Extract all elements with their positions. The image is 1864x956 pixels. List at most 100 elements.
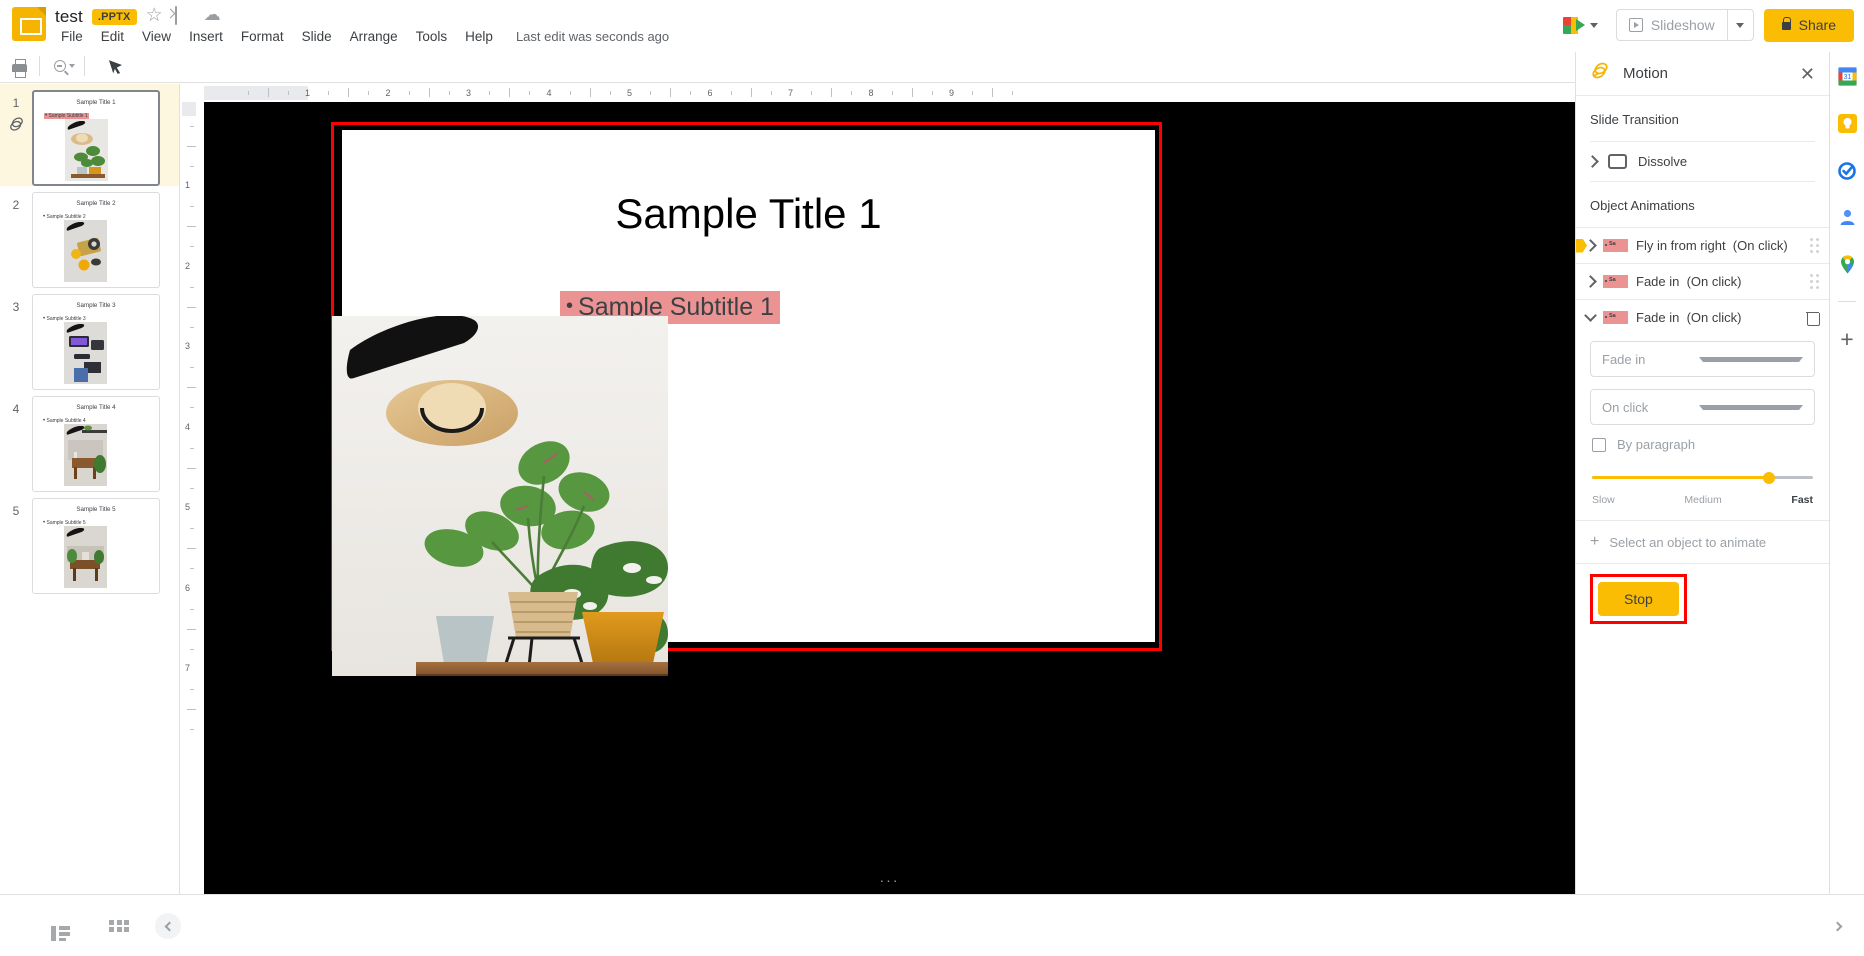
add-app-icon[interactable]: +: [1840, 328, 1853, 351]
ruler-number: 4: [546, 88, 552, 98]
animation-item-2[interactable]: Sa Fade in (On click): [1576, 263, 1829, 299]
menu-arrange[interactable]: Arrange: [341, 26, 407, 47]
ruler-tick: [190, 689, 194, 691]
ruler-tick: [851, 91, 853, 95]
menu-edit[interactable]: Edit: [92, 26, 133, 47]
speed-slider[interactable]: [1592, 470, 1813, 486]
ruler-number: 7: [185, 663, 191, 673]
trigger-select[interactable]: On click: [1590, 389, 1815, 425]
rail-divider: [1838, 301, 1856, 302]
filmstrip-slide-3[interactable]: 3 Sample Title 3 • Sample Subtitle 3: [0, 288, 179, 390]
slide-thumbnail[interactable]: Sample Title 2 • Sample Subtitle 2: [32, 192, 160, 288]
ruler-tick-major: [911, 88, 913, 97]
filmstrip-slide-2[interactable]: 2 Sample Title 2 • Sample Subtitle 2: [0, 186, 179, 288]
ruler-tick: [190, 447, 194, 449]
animation-item-1[interactable]: Sa Fly in from right (On click): [1576, 227, 1829, 263]
calendar-icon[interactable]: 31: [1837, 66, 1858, 87]
keep-icon[interactable]: [1837, 113, 1858, 134]
ruler-tick: [287, 91, 289, 95]
menu-insert[interactable]: Insert: [180, 26, 232, 47]
share-button[interactable]: Share: [1763, 8, 1854, 42]
slide-title-text[interactable]: Sample Title 1: [342, 190, 1155, 238]
collapse-filmstrip-button[interactable]: [155, 913, 181, 939]
slide-number: 1: [12, 96, 20, 110]
thumbnail-image: [65, 119, 108, 181]
svg-text:31: 31: [1843, 74, 1851, 81]
lock-icon: [1781, 17, 1792, 30]
maps-icon[interactable]: [1837, 254, 1858, 275]
slideshow-button[interactable]: Slideshow: [1617, 10, 1727, 40]
slide-filmstrip[interactable]: 1 Sample Title 1 • Sample Subtitle 1 2 Sampl…: [0, 84, 180, 894]
zoom-button[interactable]: [49, 53, 79, 79]
ruler-number: 4: [185, 421, 191, 432]
horizontal-ruler[interactable]: 1 2 3 4 5 6 7 8 9: [204, 84, 1575, 102]
by-paragraph-checkbox[interactable]: [1592, 437, 1606, 452]
chevron-down-icon[interactable]: [1584, 309, 1597, 322]
ruler-number: 2: [385, 88, 391, 98]
filmstrip-slide-1[interactable]: 1 Sample Title 1 • Sample Subtitle 1: [0, 84, 179, 186]
select-tool-button[interactable]: [94, 53, 124, 79]
drag-handle-icon[interactable]: [1810, 274, 1819, 289]
chevron-right-icon[interactable]: [1584, 275, 1597, 288]
grid-view-icon[interactable]: [109, 919, 129, 933]
menu-slide[interactable]: Slide: [293, 26, 341, 47]
bottom-bar: [0, 894, 1864, 956]
last-edit-status[interactable]: Last edit was seconds ago: [516, 29, 669, 44]
play-icon: [1628, 18, 1643, 32]
chevron-right-icon[interactable]: [1584, 239, 1597, 252]
slide-thumbnail[interactable]: Sample Title 4 • Sample Subtitle 4: [32, 396, 160, 492]
menu-tools[interactable]: Tools: [407, 26, 457, 47]
slide-editor: 1 2 3 4 5 6 7 8 9 1 2 3 4 5 6 7 Sample Title 1 • Sample…: [180, 84, 1575, 894]
animation-label: Fade in (On click): [1636, 310, 1742, 325]
tasks-icon[interactable]: [1837, 160, 1858, 181]
slide-thumbnail[interactable]: Sample Title 5 • Sample Subtitle 5: [32, 498, 160, 594]
slide-animation-icon[interactable]: [0, 116, 32, 133]
slideshow-options-button[interactable]: [1726, 10, 1753, 40]
printer-icon: [11, 59, 27, 78]
ruler-number: 3: [185, 341, 191, 351]
thumbnail-image: [64, 526, 107, 588]
close-icon[interactable]: ✕: [1800, 65, 1815, 83]
move-to-folder-icon[interactable]: [174, 6, 195, 27]
expand-panel-button[interactable]: [1826, 913, 1852, 939]
slide-image-plants-photo[interactable]: [332, 316, 668, 676]
contacts-icon[interactable]: [1837, 207, 1858, 228]
vertical-ruler[interactable]: 1 2 3 4 5 6 7: [180, 102, 204, 894]
stop-button[interactable]: Stop: [1598, 582, 1679, 616]
menu-format[interactable]: Format: [232, 26, 293, 47]
ruler-tick: [368, 91, 370, 95]
delete-animation-icon[interactable]: [1806, 310, 1820, 326]
slide-transition-row[interactable]: Dissolve: [1576, 142, 1829, 181]
menu-help[interactable]: Help: [456, 26, 502, 47]
star-icon[interactable]: [146, 4, 166, 27]
thumbnail-image: [64, 424, 107, 486]
slide-canvas[interactable]: Sample Title 1 • Sample Subtitle 1 ···: [204, 102, 1575, 894]
print-button[interactable]: [4, 53, 34, 79]
slide-thumbnail[interactable]: Sample Title 1 • Sample Subtitle 1: [32, 90, 160, 186]
google-meet-button[interactable]: [1555, 12, 1606, 39]
thumbnail-gutter: 2: [0, 192, 32, 212]
ruler-tick: [448, 91, 450, 95]
slider-knob[interactable]: [1762, 472, 1775, 484]
menu-view[interactable]: View: [133, 26, 180, 47]
ruler-tick: [489, 91, 491, 95]
cloud-saved-icon[interactable]: [204, 5, 224, 27]
current-slide[interactable]: Sample Title 1 • Sample Subtitle 1: [332, 130, 1155, 676]
ruler-tick: [650, 91, 652, 95]
select-object-to-animate-button[interactable]: + Select an object to animate: [1590, 534, 1815, 550]
filmstrip-slide-5[interactable]: 5 Sample Title 5 • Sample Subtitle 5: [0, 492, 179, 594]
chevron-down-icon: [1589, 22, 1598, 28]
slide-thumbnail[interactable]: Sample Title 3 • Sample Subtitle 3: [32, 294, 160, 390]
menu-file[interactable]: File: [52, 26, 92, 47]
effect-type-select[interactable]: Fade in: [1590, 341, 1815, 377]
ruler-tick: [190, 608, 194, 610]
slider-fill: [1592, 476, 1769, 479]
drag-handle-icon[interactable]: [1810, 238, 1819, 253]
filmstrip-slide-4[interactable]: 4 Sample Title 4 • Sample Subtitle 4: [0, 390, 179, 492]
by-paragraph-checkbox-row[interactable]: By paragraph: [1592, 437, 1815, 452]
thumbnail-title: Sample Title 5: [76, 506, 116, 513]
animation-item-3[interactable]: Sa Fade in (On click): [1576, 299, 1829, 335]
document-title[interactable]: test: [55, 7, 83, 27]
ruler-number: 5: [185, 502, 191, 512]
slide-resize-handle[interactable]: ···: [880, 872, 900, 888]
